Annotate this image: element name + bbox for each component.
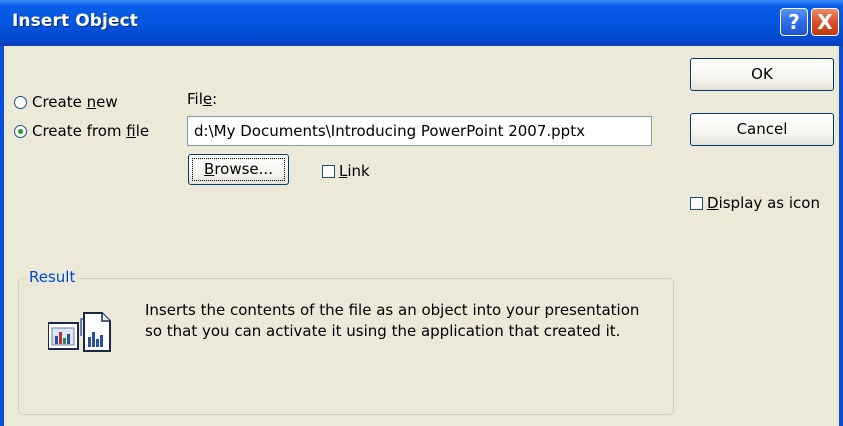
result-description: Inserts the contents of the file as an o… <box>145 300 665 342</box>
display-as-icon-checkbox[interactable] <box>690 196 703 210</box>
result-line-1: Inserts the contents of the file as an o… <box>145 301 640 319</box>
create-from-file-radio[interactable] <box>14 124 27 138</box>
result-group <box>18 278 674 415</box>
ok-button[interactable]: OK <box>690 58 834 91</box>
title-bar[interactable]: Insert Object ? X <box>0 0 843 46</box>
dialog-body: Create new Create from file File: d:\My … <box>4 46 839 426</box>
link-option[interactable]: Link <box>322 162 370 180</box>
embedded-object-icon <box>48 312 111 352</box>
file-label: File: <box>187 90 218 108</box>
create-new-radio[interactable] <box>14 95 27 109</box>
create-new-label: Create new <box>32 93 118 111</box>
create-from-file-label: Create from file <box>32 122 150 140</box>
file-path-input[interactable]: d:\My Documents\Introducing PowerPoint 2… <box>187 116 652 146</box>
result-line-2: so that you can activate it using the ap… <box>145 322 621 340</box>
create-from-file-option[interactable]: Create from file <box>14 122 149 140</box>
cancel-button[interactable]: Cancel <box>690 113 834 146</box>
focus-rectangle <box>192 158 285 181</box>
browse-button[interactable]: Browse... <box>188 154 289 185</box>
create-new-option[interactable]: Create new <box>14 93 118 111</box>
result-group-label: Result <box>26 268 79 286</box>
close-button[interactable]: X <box>811 8 839 36</box>
display-as-icon-label: Display as icon <box>707 194 820 212</box>
dialog-title: Insert Object <box>12 11 138 31</box>
help-button[interactable]: ? <box>780 8 808 36</box>
display-as-icon-option[interactable]: Display as icon <box>690 194 820 212</box>
link-checkbox[interactable] <box>322 164 335 178</box>
link-label: Link <box>339 162 370 180</box>
insert-object-dialog: Insert Object ? X Create new Create from… <box>0 0 843 426</box>
